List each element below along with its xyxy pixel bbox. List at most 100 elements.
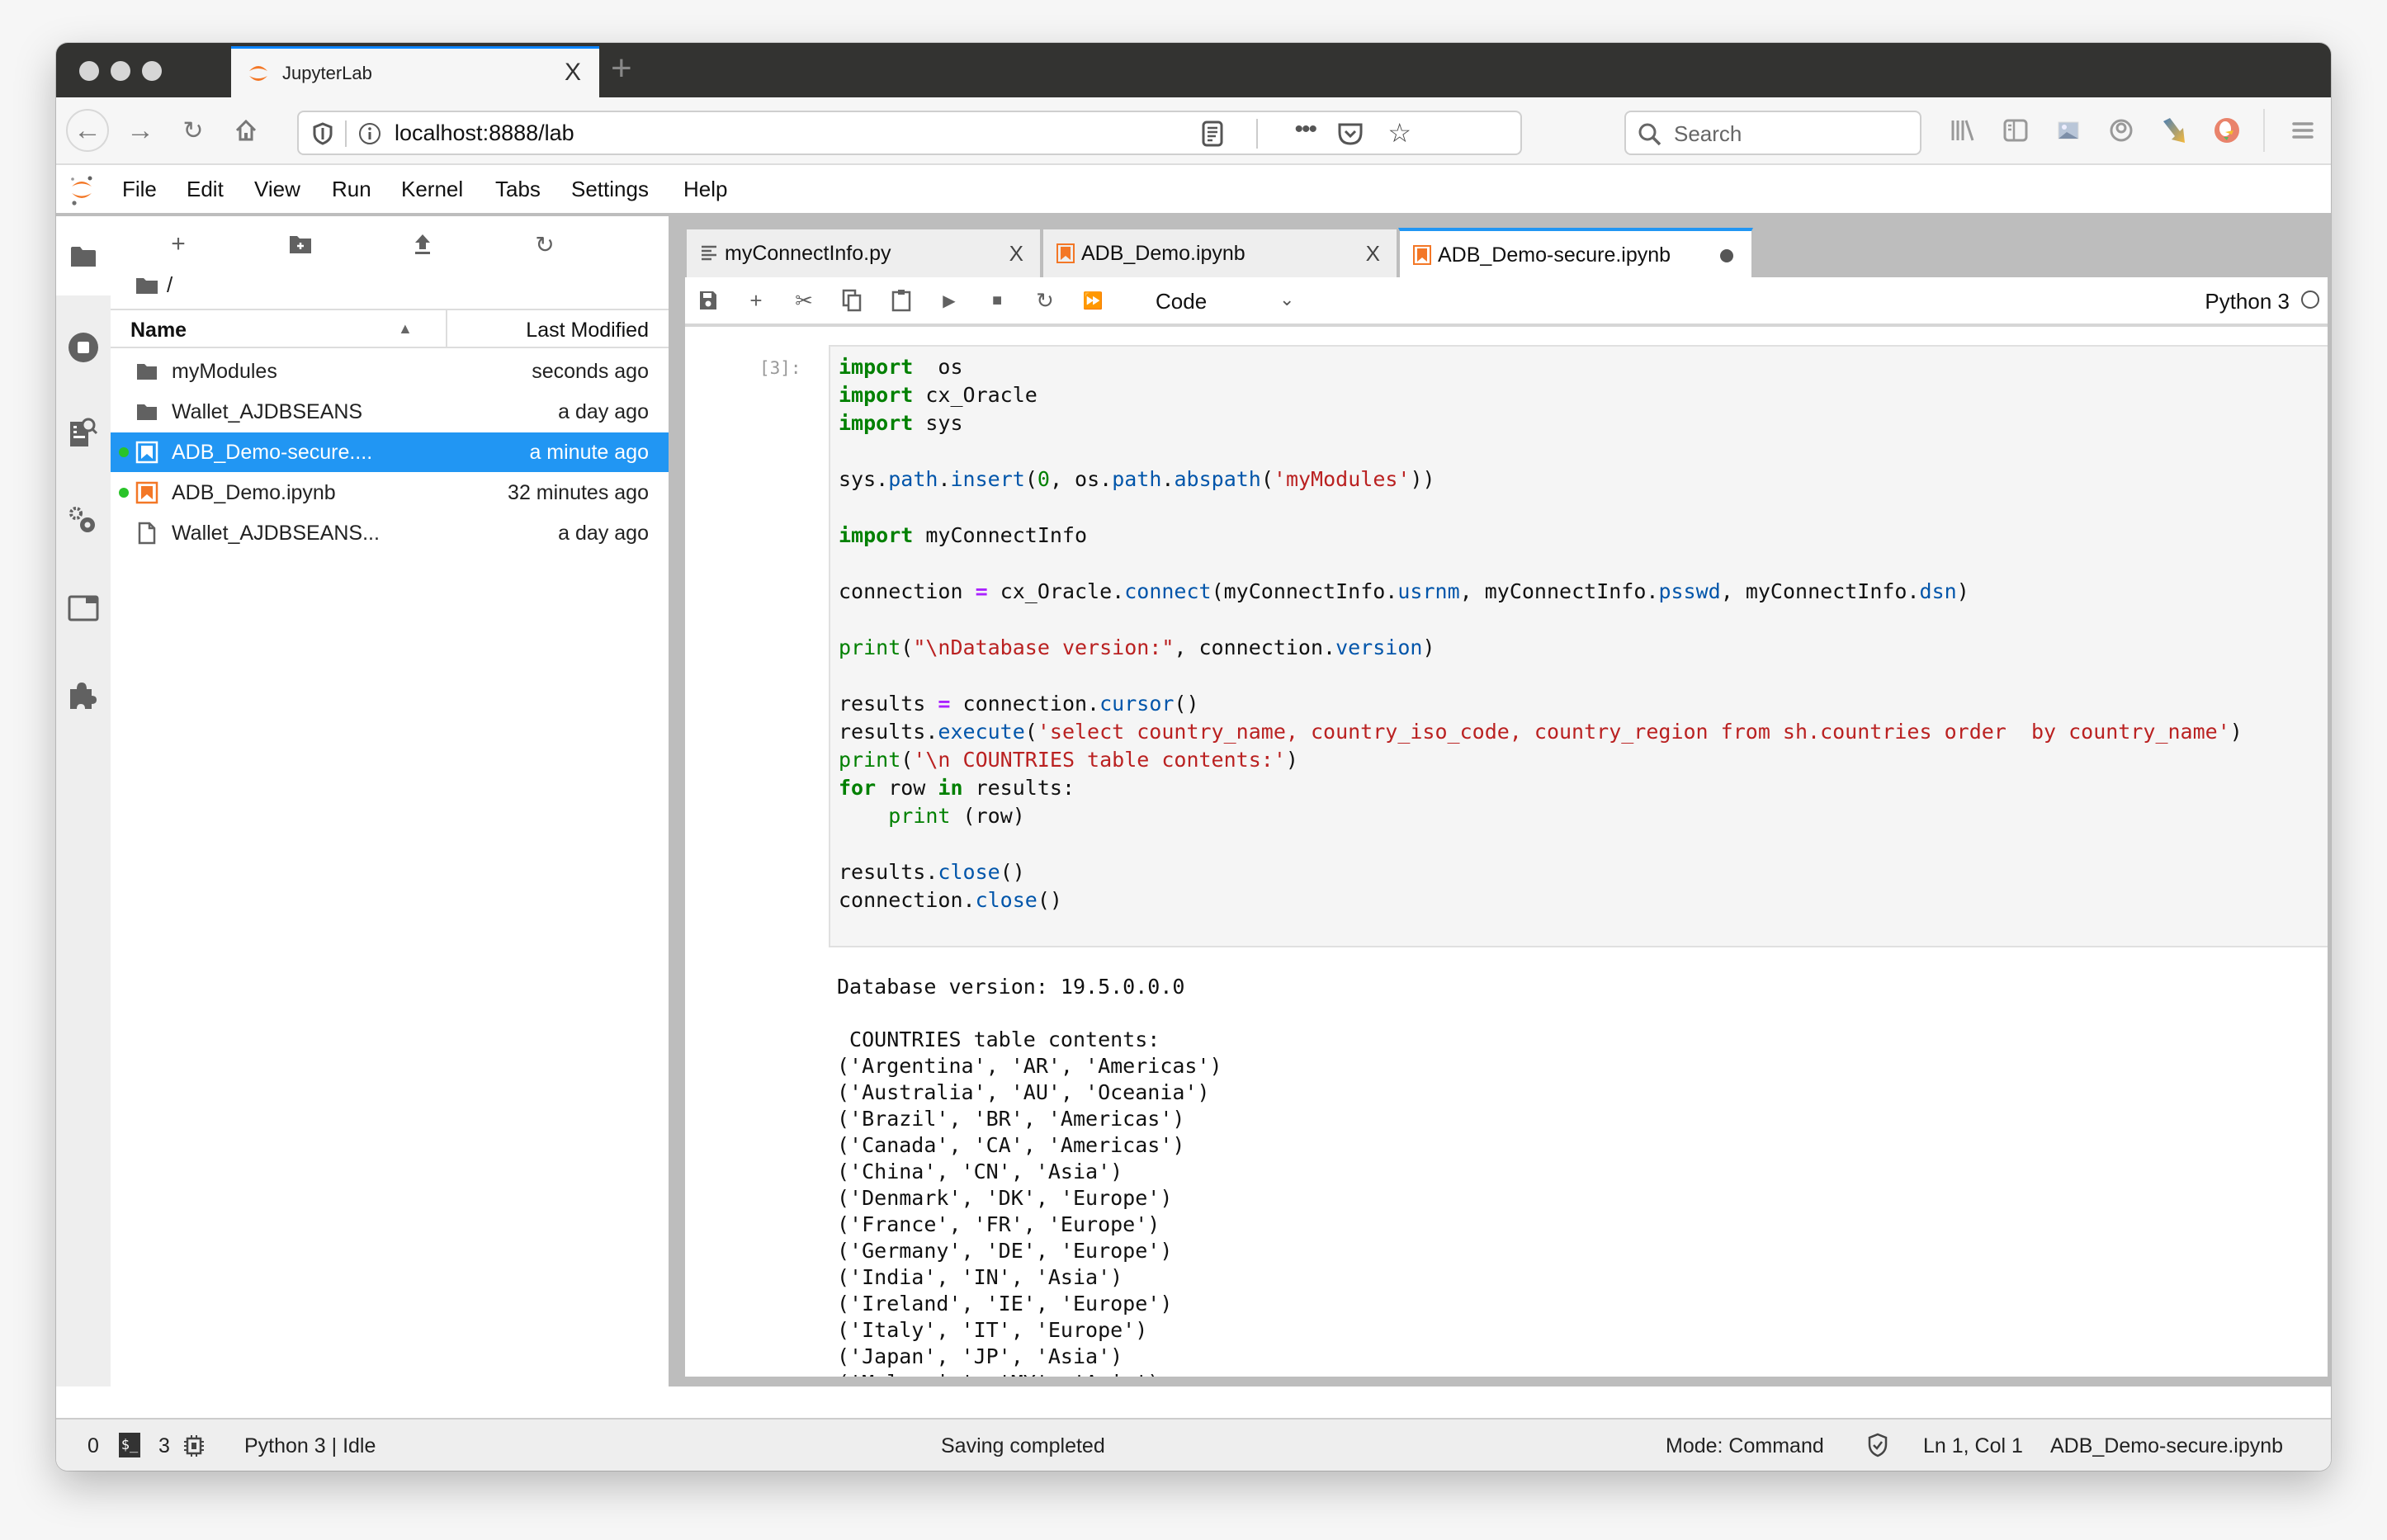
forward-button[interactable]: → [119, 109, 162, 152]
run-cell-button[interactable]: ▶ [934, 286, 964, 315]
file-list-item[interactable]: myModules seconds ago [111, 352, 669, 391]
bookmark-star-icon[interactable]: ☆ [1387, 117, 1411, 149]
browser-tab-close-button[interactable]: X [565, 59, 581, 87]
menu-view[interactable]: View [254, 177, 300, 202]
property-inspector-tab[interactable] [64, 413, 102, 451]
code-cell-editor[interactable]: import os import cx_Oracle import sys sy… [829, 345, 2328, 947]
sort-ascending-icon[interactable]: ▲ [398, 320, 413, 338]
extension-arrow-icon [2163, 118, 2185, 143]
reload-button[interactable]: ↻ [172, 109, 215, 152]
terminal-icon[interactable]: $_ [119, 1433, 140, 1457]
breadcrumb-path[interactable]: / [167, 272, 173, 298]
browser-tab[interactable]: JupyterLab X [231, 46, 599, 97]
restart-run-all-button[interactable]: ⏩ [1078, 286, 1108, 315]
running-sessions-tab[interactable] [64, 328, 102, 366]
paste-button[interactable] [886, 286, 916, 315]
back-button[interactable]: ← [66, 109, 109, 152]
menu-file[interactable]: File [122, 177, 157, 202]
minimize-window-button[interactable] [111, 61, 130, 81]
interrupt-kernel-button[interactable]: ■ [982, 286, 1012, 315]
kernel-count[interactable]: 3 [158, 1434, 170, 1458]
open-menu-button[interactable] [2286, 114, 2319, 147]
extension-manager-tab[interactable] [64, 677, 102, 715]
tracking-protection-shield-icon[interactable] [312, 122, 333, 145]
code-token: 'select country_name, country_iso_code, … [1037, 720, 2230, 744]
left-activity-bar [56, 216, 112, 1386]
new-tab-button[interactable]: + [611, 48, 632, 89]
kernel-name[interactable]: Python 3 [2205, 289, 2290, 314]
duckduckgo-button[interactable] [2210, 114, 2243, 147]
last-modified-column-header[interactable]: Last Modified [526, 319, 649, 342]
restart-kernel-button[interactable]: ↻ [1030, 286, 1060, 315]
search-placeholder: Search [1674, 121, 1742, 146]
file-list-item[interactable]: Wallet_AJDBSEANS a day ago [111, 392, 669, 432]
refresh-button[interactable]: ↻ [527, 226, 563, 262]
name-column-header[interactable]: Name [130, 319, 187, 342]
file-name: Wallet_AJDBSEANS... [172, 522, 380, 545]
cell-type-dropdown[interactable]: Code [1156, 289, 1207, 314]
tab-adb-demo[interactable]: ADB_Demo.ipynb X [1042, 228, 1398, 277]
file-browser-tab[interactable] [64, 238, 102, 276]
save-button[interactable] [693, 286, 723, 315]
file-list-item-selected[interactable]: ADB_Demo-secure.... a minute ago [111, 432, 669, 472]
folder-icon [137, 364, 157, 380]
menu-edit[interactable]: Edit [187, 177, 224, 202]
extension-button[interactable] [2158, 114, 2191, 147]
url-bar[interactable]: localhost:8888/lab ••• ☆ [297, 111, 1522, 155]
account-button[interactable] [2105, 114, 2138, 147]
insert-cell-button[interactable]: + [741, 286, 771, 315]
maximize-window-button[interactable] [142, 61, 162, 81]
tab-adb-demo-secure[interactable]: ADB_Demo-secure.ipynb [1398, 228, 1753, 279]
screenshot-extension-button[interactable] [2052, 114, 2085, 147]
url-text[interactable]: localhost:8888/lab [395, 120, 574, 146]
kernel-status-text[interactable]: Python 3 | Idle [244, 1434, 376, 1458]
cpu-chip-icon[interactable] [183, 1434, 205, 1457]
menu-settings[interactable]: Settings [571, 177, 649, 202]
code-token: , connection. [1174, 635, 1336, 659]
menu-help[interactable]: Help [683, 177, 727, 202]
code-source[interactable]: import os import cx_Oracle import sys sy… [839, 353, 2243, 914]
unsaved-changes-indicator[interactable] [1720, 249, 1733, 262]
commands-tab[interactable] [64, 502, 102, 540]
notebook-mode[interactable]: Mode: Command [1666, 1434, 1824, 1458]
upload-button[interactable] [404, 226, 441, 262]
library-button[interactable] [1946, 114, 1979, 147]
pocket-icon[interactable] [1337, 122, 1364, 145]
home-folder-icon[interactable] [135, 276, 158, 295]
copy-button[interactable] [837, 286, 867, 315]
column-divider[interactable] [446, 310, 447, 348]
code-token: results. [839, 720, 938, 744]
reader-view-icon[interactable] [1202, 120, 1223, 147]
new-launcher-button[interactable]: + [160, 226, 196, 262]
menu-tabs[interactable]: Tabs [495, 177, 541, 202]
new-folder-button[interactable] [282, 226, 319, 262]
code-line: results.execute('select country_name, co… [839, 720, 2243, 744]
code-token: cx_Oracle. [987, 579, 1125, 603]
cut-button[interactable]: ✂ [789, 286, 819, 315]
file-list-item[interactable]: Wallet_AJDBSEANS... a day ago [111, 513, 669, 553]
sidebar-toggle-button[interactable] [1999, 114, 2032, 147]
more-actions-icon[interactable]: ••• [1294, 116, 1316, 144]
reload-icon: ↻ [182, 116, 204, 144]
cursor-position[interactable]: Ln 1, Col 1 [1923, 1434, 2023, 1458]
search-bar[interactable]: Search [1624, 111, 1921, 155]
trusted-shield-icon[interactable] [1867, 1433, 1888, 1457]
tab-close-button[interactable]: X [1009, 241, 1023, 267]
home-button[interactable] [225, 109, 267, 152]
close-window-button[interactable] [79, 61, 99, 81]
terminal-count[interactable]: 0 [87, 1434, 99, 1458]
chevron-down-icon[interactable]: ⌄ [1279, 289, 1294, 310]
tab-close-button[interactable]: X [1366, 241, 1380, 267]
info-icon[interactable] [358, 122, 381, 145]
tab-myconnectinfo[interactable]: myConnectInfo.py X [685, 228, 1042, 277]
file-list-item[interactable]: ADB_Demo.ipynb 32 minutes ago [111, 473, 669, 513]
menu-kernel[interactable]: Kernel [401, 177, 463, 202]
code-token: connection. [839, 888, 976, 912]
open-tabs-tab[interactable] [64, 589, 102, 627]
notebook-content[interactable]: [3]: import os import cx_Oracle import s… [685, 327, 2328, 1377]
menu-run[interactable]: Run [332, 177, 371, 202]
code-line: for row in results: [839, 776, 1075, 800]
code-token: dsn [1919, 579, 1957, 603]
play-icon: ▶ [943, 291, 956, 310]
file-modified: seconds ago [532, 360, 649, 383]
